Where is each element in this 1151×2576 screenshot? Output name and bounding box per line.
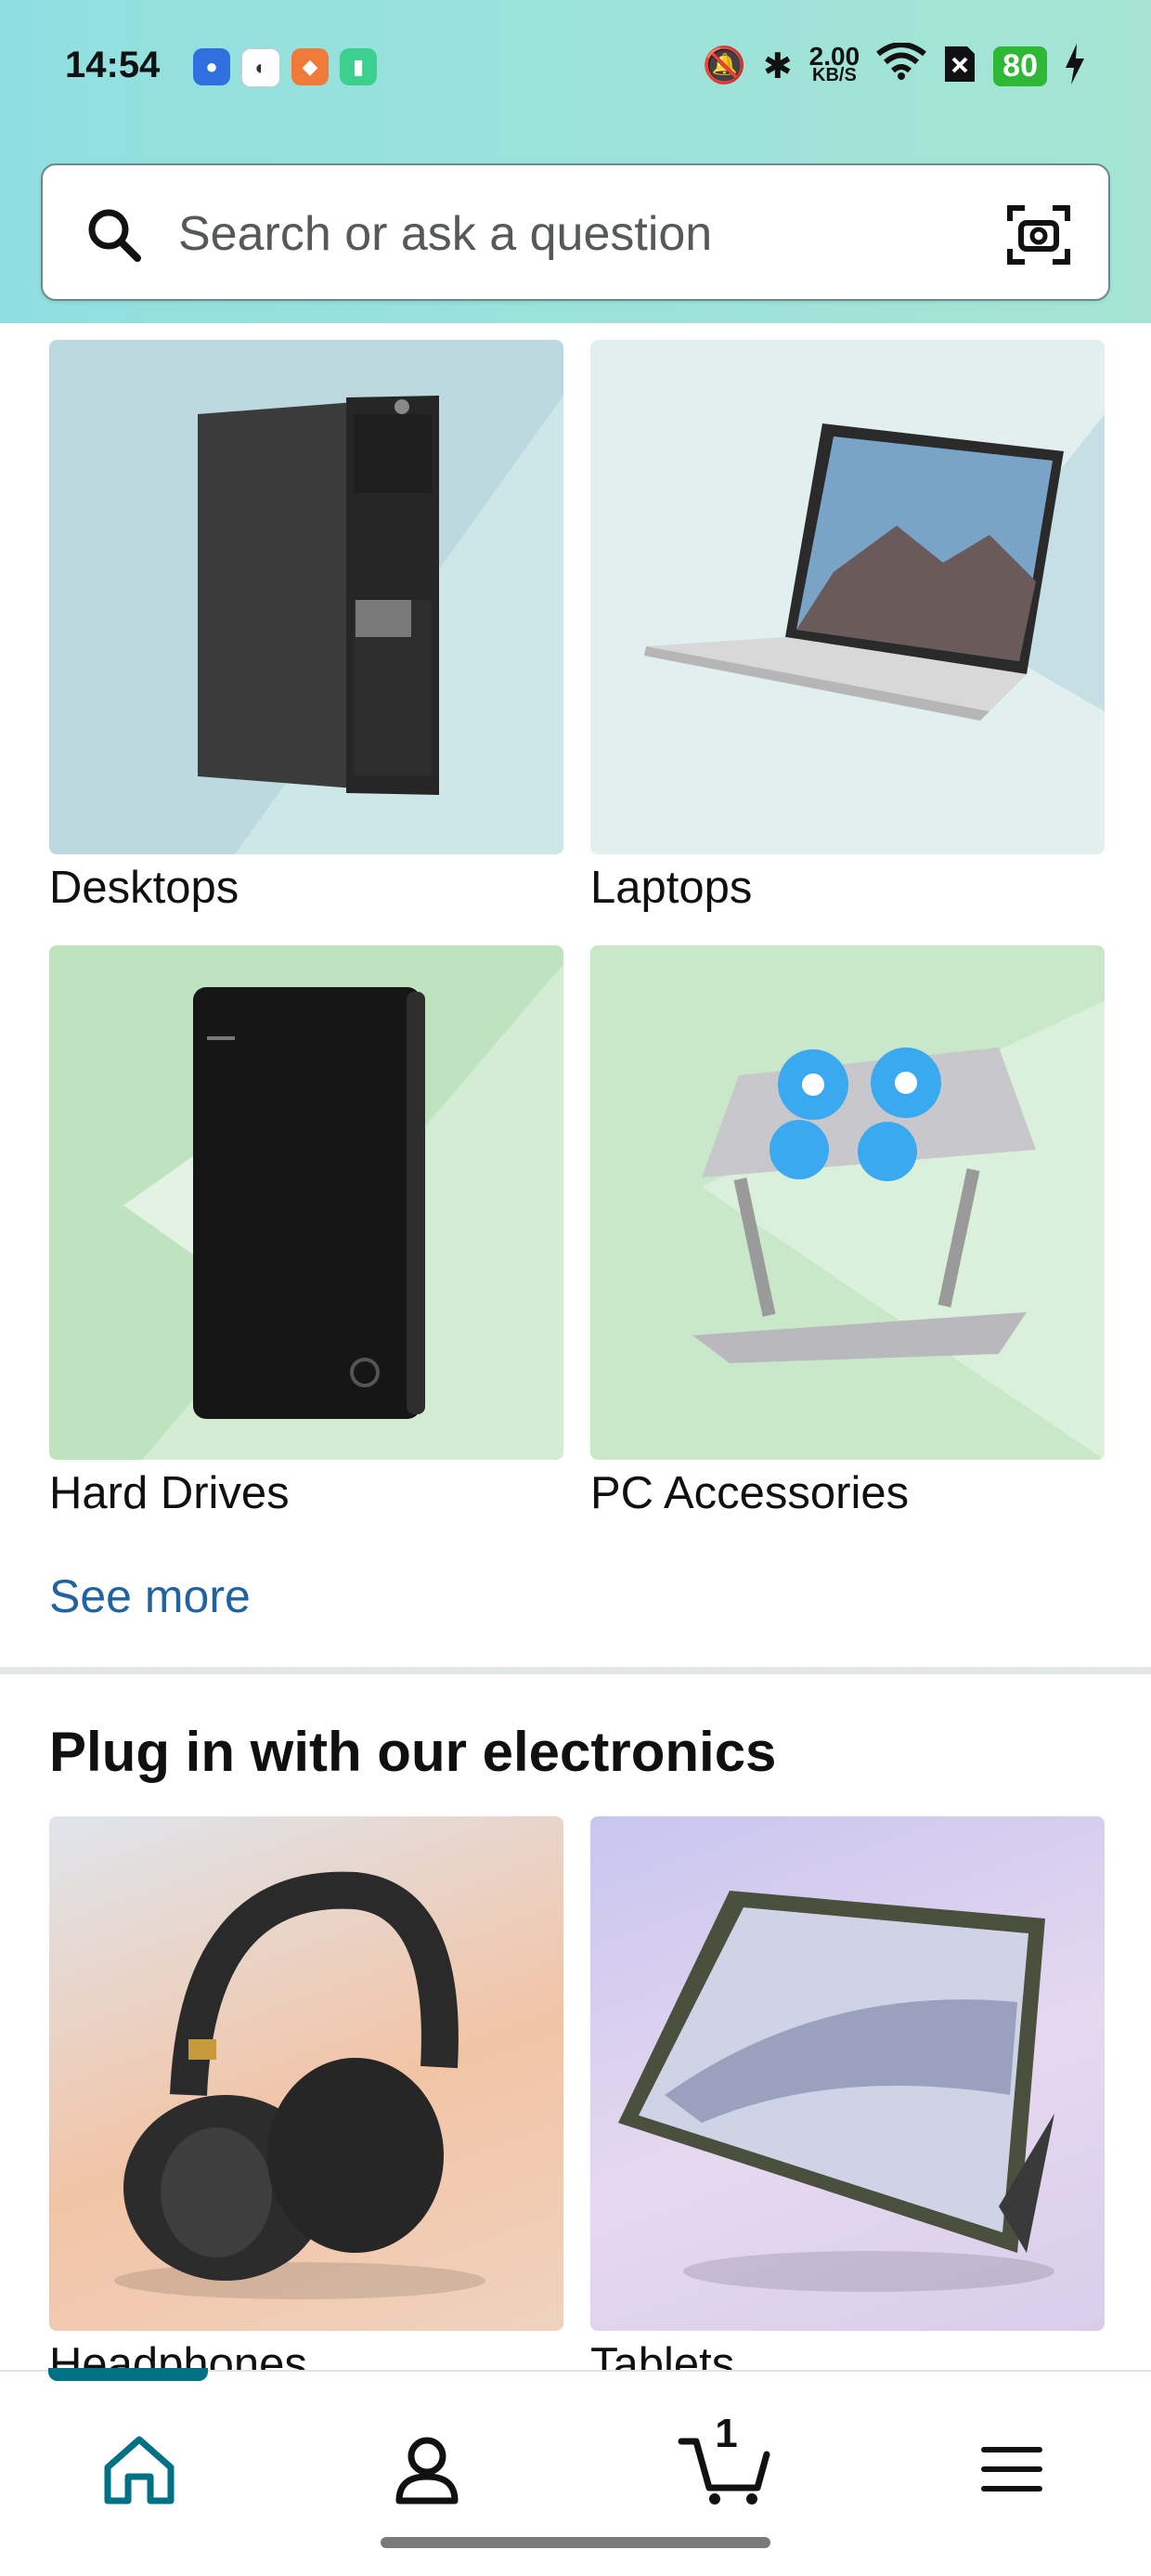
section-divider [0, 1667, 1151, 1674]
hard-drive-image [123, 964, 563, 1460]
search-input[interactable] [176, 201, 1015, 267]
network-speed: 2.00 KB/S [808, 42, 860, 85]
category-tile-laptops[interactable] [590, 340, 1105, 854]
hamburger-menu-icon [981, 2447, 1042, 2491]
see-more-link[interactable]: See more [49, 1569, 251, 1623]
status-time: 14:54 [65, 45, 161, 85]
category-tile-pc-accessories[interactable] [590, 945, 1105, 1460]
cart-count: 1 [715, 2411, 738, 2456]
category-label[interactable]: Desktops [49, 862, 239, 914]
status-indicators: 🔕 ✱ 2.00 KB/S 80 [702, 42, 1087, 89]
camera-search-icon[interactable] [1006, 202, 1071, 267]
laptop-stand-image [692, 1001, 1105, 1460]
nav-account[interactable] [371, 2418, 483, 2520]
nav-menu[interactable] [956, 2418, 1067, 2520]
status-bar: 14:54 ● ◐ ◆ ▮ 🔕 ✱ 2.00 KB/S 80 [0, 0, 1151, 139]
charging-icon [1064, 43, 1086, 89]
section-title: Plug in with our electronics [49, 1721, 777, 1783]
category-label[interactable]: Hard Drives [49, 1467, 290, 1519]
search-bar[interactable] [41, 163, 1110, 301]
wifi-icon [876, 42, 927, 89]
notification-icons: ● ◐ ◆ ▮ [193, 48, 377, 87]
sim-icon [943, 45, 976, 88]
app-notification-icon: ● [193, 48, 230, 85]
tablet-image [618, 1891, 1054, 2292]
gesture-home-bar[interactable] [381, 2537, 770, 2548]
category-tile-headphones[interactable] [49, 1816, 563, 2331]
header: 14:54 ● ◐ ◆ ▮ 🔕 ✱ 2.00 KB/S 80 [0, 0, 1151, 323]
category-label[interactable]: Laptops [590, 862, 752, 914]
category-tile-desktops[interactable] [49, 340, 563, 854]
category-label[interactable]: PC Accessories [590, 1467, 909, 1519]
home-icon [104, 2436, 175, 2504]
headphones-image [114, 1871, 485, 2299]
battery-level: 80 [993, 46, 1047, 86]
mute-icon: 🔕 [702, 46, 746, 85]
search-icon[interactable] [85, 206, 141, 262]
nav-cart[interactable]: 1 [668, 2411, 780, 2520]
desktop-tower-image [198, 396, 563, 854]
app-notification-icon: ▮ [340, 48, 377, 85]
laptop-image [644, 414, 1105, 721]
app-notification-icon: ◐ [241, 48, 280, 87]
category-tile-hard-drives[interactable] [49, 945, 563, 1460]
nav-home[interactable] [84, 2418, 195, 2520]
app-notification-icon: ◆ [291, 48, 329, 85]
category-tile-tablets[interactable] [590, 1816, 1105, 2331]
bluetooth-icon: ✱ [762, 46, 793, 86]
active-tab-indicator [48, 2368, 208, 2381]
account-icon [395, 2437, 459, 2504]
